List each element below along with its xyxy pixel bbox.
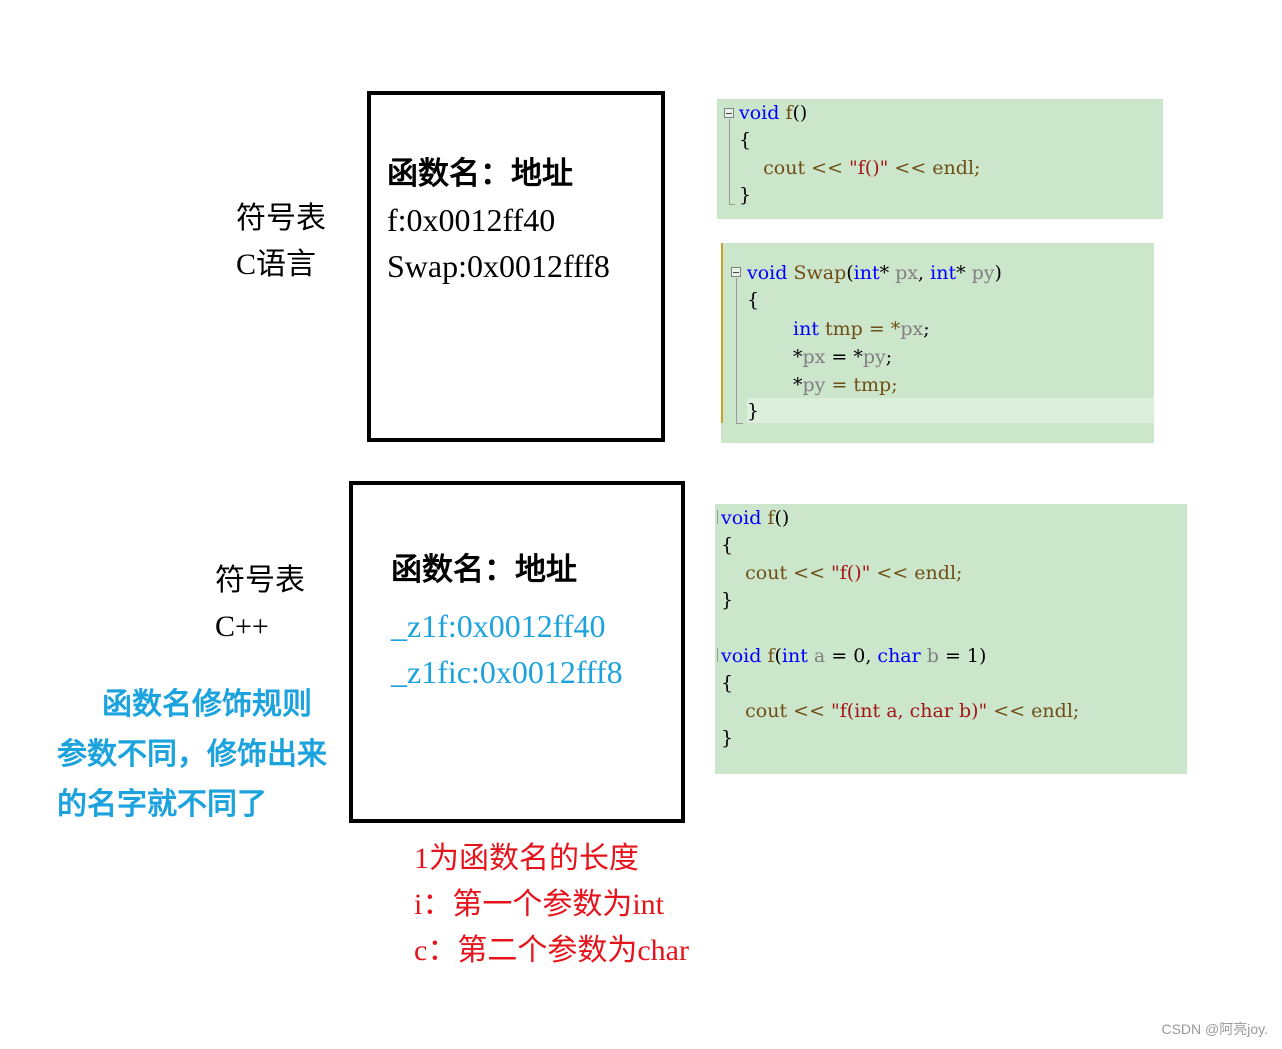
code-line: { xyxy=(739,129,752,151)
c-symbol-table-label: 符号表 C语言 xyxy=(236,196,326,288)
cpp-symbol-table-box: 函数名：地址 _z1f:0x0012ff40 _z1fic:0x0012fff8 xyxy=(349,481,685,823)
code-line: void Swap(int* px, int* py) xyxy=(747,262,1002,284)
cpp-label-line2: C++ xyxy=(215,610,269,643)
code-line: void f(int a = 0, char b = 1) xyxy=(721,645,987,667)
cpp-label-line1: 符号表 xyxy=(215,564,305,597)
cpp-box-entry: _z1fic:0x0012fff8 xyxy=(391,654,623,690)
current-line-highlight xyxy=(747,398,1154,423)
note-line: 的名字就不同了 xyxy=(57,788,267,821)
outline-guide xyxy=(717,510,718,524)
name-mangling-note: 函数名修饰规则 参数不同，修饰出来 的名字就不同了 xyxy=(57,680,327,830)
code-line: int tmp = *px; xyxy=(793,318,930,340)
code-panel-c-swap: void Swap(int* px, int* py) { int tmp = … xyxy=(721,243,1154,443)
note-title: 函数名修饰规则 xyxy=(102,688,312,721)
code-panel-c-f: void f() { cout << "f()" << endl; } xyxy=(717,99,1163,219)
code-line: { xyxy=(721,672,734,694)
code-panel-cpp-overload: void f() { cout << "f()" << endl; } void… xyxy=(715,504,1187,774)
c-label-line2: C语言 xyxy=(236,248,317,281)
collapse-toggle-icon[interactable] xyxy=(724,108,734,118)
code-line: } xyxy=(721,589,734,611)
explanation-line: 1为函数名的长度 xyxy=(414,842,639,875)
mangling-explanation: 1为函数名的长度 i：第一个参数为int c：第二个参数为char xyxy=(414,836,689,974)
outline-guide xyxy=(729,119,730,205)
code-line: void f() xyxy=(739,102,808,124)
code-line: cout << "f()" << endl; xyxy=(721,562,963,584)
code-line: void f() xyxy=(721,507,790,529)
code-line: *px = *py; xyxy=(793,346,893,368)
cpp-box-entry: _z1f:0x0012ff40 xyxy=(391,608,606,644)
note-line: 参数不同，修饰出来 xyxy=(57,738,327,771)
cpp-box-header: 函数名：地址 xyxy=(391,552,577,587)
code-line: *py = tmp; xyxy=(793,374,898,396)
outline-guide-end xyxy=(736,423,743,424)
outline-guide xyxy=(736,278,737,424)
c-box-entry: f:0x0012ff40 xyxy=(387,202,556,238)
outline-guide-end xyxy=(729,204,735,205)
watermark: CSDN @阿亮joy. xyxy=(1161,1021,1268,1037)
explanation-line: c：第二个参数为char xyxy=(414,934,689,967)
collapse-toggle-icon[interactable] xyxy=(731,267,741,277)
cpp-box-content: 函数名：地址 _z1f:0x0012ff40 _z1fic:0x0012fff8 xyxy=(391,547,623,695)
code-line: cout << "f()" << endl; xyxy=(739,157,981,179)
explanation-line: i：第一个参数为int xyxy=(414,888,665,921)
c-box-entry: Swap:0x0012fff8 xyxy=(387,248,610,284)
c-box-content: 函数名：地址 f:0x0012ff40 Swap:0x0012fff8 xyxy=(387,151,610,289)
code-line: cout << "f(int a, char b)" << endl; xyxy=(721,700,1080,722)
code-line: { xyxy=(747,289,760,311)
c-symbol-table-box: 函数名：地址 f:0x0012ff40 Swap:0x0012fff8 xyxy=(367,91,665,442)
change-marker xyxy=(721,243,723,423)
c-label-line1: 符号表 xyxy=(236,202,326,235)
code-line: } xyxy=(739,184,752,206)
c-box-header: 函数名：地址 xyxy=(387,156,573,191)
cpp-symbol-table-label: 符号表 C++ xyxy=(215,558,305,650)
code-line: } xyxy=(747,400,760,422)
outline-guide xyxy=(717,648,718,662)
code-line: } xyxy=(721,727,734,749)
code-line: { xyxy=(721,534,734,556)
